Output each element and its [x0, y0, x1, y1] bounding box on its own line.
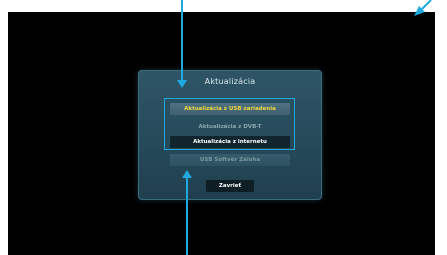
diagonal-arrow-icon — [414, 0, 432, 16]
